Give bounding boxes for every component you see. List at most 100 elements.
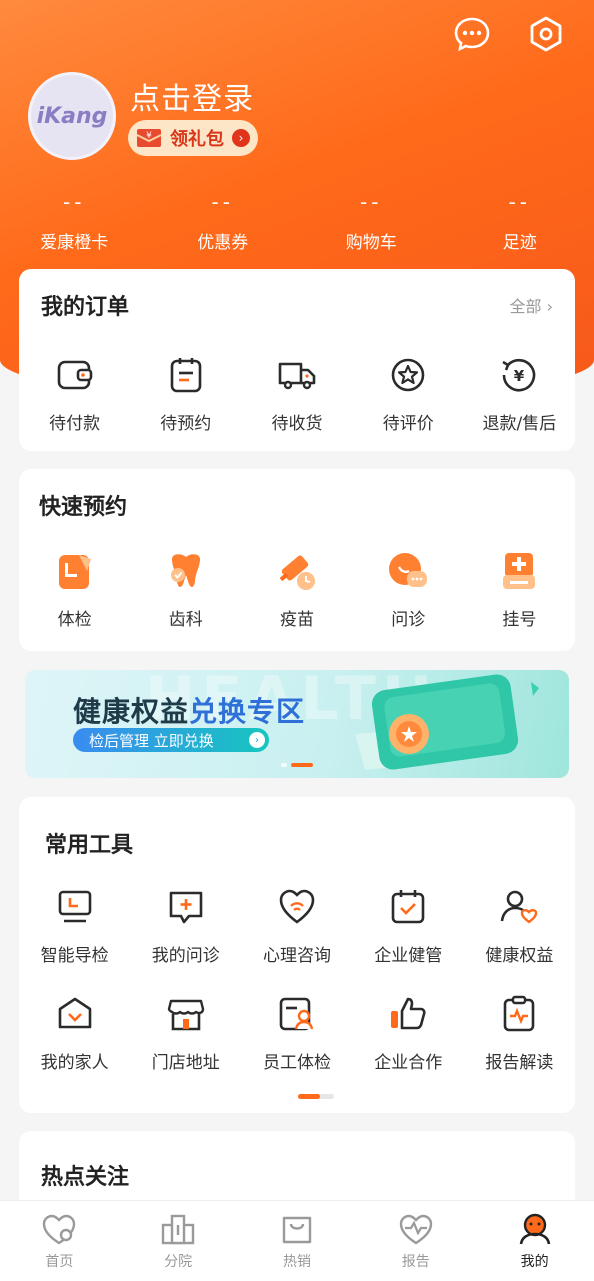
stat-cart[interactable]: -- 购物车 (297, 190, 446, 253)
card-coin-illustration (335, 674, 555, 774)
quick-label: 挂号 (464, 605, 575, 630)
banner-redeem-pill[interactable]: 检后管理 立即兑换› (73, 728, 269, 752)
quick-dental[interactable]: 齿科 (130, 549, 241, 630)
tool-label: 门店地址 (130, 1048, 241, 1073)
quick-booking-title: 快速预约 (39, 489, 127, 521)
tab-hot-sale[interactable]: 热销 (238, 1201, 357, 1281)
order-pending-delivery[interactable]: 待收货 (241, 353, 352, 434)
monitor-guide-icon (19, 885, 130, 929)
quick-booking-card: 快速预约 体检 齿科 疫苗 问诊 挂号 (19, 469, 575, 651)
quick-checkup[interactable]: 体检 (19, 549, 130, 630)
register-icon (464, 549, 575, 593)
quick-vaccine[interactable]: 疫苗 (241, 549, 352, 630)
stat-value: -- (0, 190, 149, 216)
tool-label: 企业健管 (353, 941, 464, 966)
order-label: 待付款 (19, 409, 130, 434)
orders-all-link[interactable]: 全部 › (509, 293, 553, 317)
order-label: 待收货 (241, 409, 352, 434)
gift-envelope-icon: ¥ (136, 127, 162, 149)
tool-label: 报告解读 (464, 1048, 575, 1073)
tools-title: 常用工具 (45, 827, 133, 859)
tool-my-consult[interactable]: 我的问诊 (130, 885, 241, 966)
bottom-tab-bar: 首页 分院 热销 报告 我的 (0, 1200, 594, 1281)
stats-row: -- 爱康橙卡 --优惠券 -- 购物车 --足迹 (0, 190, 594, 253)
banner-pagination (281, 763, 313, 767)
tool-psych-consult[interactable]: 心理咨询 (241, 885, 352, 966)
clipboard-icon (130, 353, 241, 397)
tab-mine[interactable]: 我的 (475, 1201, 594, 1281)
id-card-icon (241, 992, 352, 1036)
quick-register[interactable]: 挂号 (464, 549, 575, 630)
orders-card: 我的订单 全部 › 待付款 待预约 待收货 待评价 ¥ 退款/售后 (19, 269, 575, 451)
pulse-tab-icon (356, 1213, 475, 1249)
tool-label: 员工体检 (241, 1048, 352, 1073)
refund-icon: ¥ (464, 353, 575, 397)
stat-value: -- (297, 190, 446, 216)
settings-icon[interactable] (526, 14, 566, 54)
login-link[interactable]: 点击登录 (130, 74, 254, 118)
order-pending-review[interactable]: 待评价 (353, 353, 464, 434)
tab-branches[interactable]: 分院 (119, 1201, 238, 1281)
stat-label: 优惠券 (149, 228, 298, 253)
tab-label: 热销 (238, 1251, 357, 1271)
chevron-right-icon: › (232, 129, 250, 147)
banner-title-part2: 兑换专区 (189, 695, 305, 728)
tab-report[interactable]: 报告 (356, 1201, 475, 1281)
home-heart-tab-icon (0, 1213, 119, 1249)
stat-label: 购物车 (297, 228, 446, 253)
stat-coupons[interactable]: --优惠券 (149, 190, 298, 253)
gift-label: 领礼包 (170, 125, 224, 151)
tool-enterprise-health[interactable]: 企业健管 (353, 885, 464, 966)
quick-label: 体检 (19, 605, 130, 630)
heart-wifi-icon (241, 885, 352, 929)
tool-label: 心理咨询 (241, 941, 352, 966)
tools-scroll-indicator (298, 1094, 334, 1099)
chevron-right-icon: › (547, 297, 553, 316)
stat-footprint[interactable]: --足迹 (446, 190, 594, 253)
order-label: 待评价 (353, 409, 464, 434)
checkup-icon (19, 549, 130, 593)
stat-label: 爱康橙卡 (0, 228, 149, 253)
orders-all-label: 全部 (509, 297, 541, 316)
wallet-icon (19, 353, 130, 397)
order-refund[interactable]: ¥ 退款/售后 (464, 353, 575, 434)
quick-label: 问诊 (353, 605, 464, 630)
tool-my-family[interactable]: 我的家人 (19, 992, 130, 1073)
hot-topics-title: 热点关注 (41, 1159, 129, 1191)
quick-label: 疫苗 (241, 605, 352, 630)
tool-employee-checkup[interactable]: 员工体检 (241, 992, 352, 1073)
tool-report-interpret[interactable]: 报告解读 (464, 992, 575, 1073)
order-pending-booking[interactable]: 待预约 (130, 353, 241, 434)
tool-store-address[interactable]: 门店地址 (130, 992, 241, 1073)
banner-title-part1: 健康权益 (73, 695, 189, 728)
chevron-right-icon: › (249, 732, 265, 748)
order-pending-payment[interactable]: 待付款 (19, 353, 130, 434)
tooth-icon (130, 549, 241, 593)
quick-consult[interactable]: 问诊 (353, 549, 464, 630)
tools-card: 常用工具 智能导检 我的问诊 心理咨询 企业健管 健康权益 我的家人 (19, 797, 575, 1113)
health-benefits-banner[interactable]: HEALTH 健康权益兑换专区 检后管理 立即兑换› (25, 670, 569, 778)
stat-orange-card[interactable]: -- 爱康橙卡 (0, 190, 149, 253)
banner-dot[interactable] (281, 763, 287, 767)
message-icon[interactable] (452, 14, 492, 54)
tab-home[interactable]: 首页 (0, 1201, 119, 1281)
tab-label: 我的 (475, 1251, 594, 1271)
tool-smart-guide[interactable]: 智能导检 (19, 885, 130, 966)
tool-label: 智能导检 (19, 941, 130, 966)
order-label: 待预约 (130, 409, 241, 434)
banner-title: 健康权益兑换专区 (73, 690, 305, 730)
avatar[interactable]: iKang (28, 72, 116, 160)
tool-health-benefits[interactable]: 健康权益 (464, 885, 575, 966)
building-tab-icon (119, 1213, 238, 1249)
thumbs-up-icon (353, 992, 464, 1036)
svg-text:¥: ¥ (514, 367, 525, 385)
tab-label: 分院 (119, 1251, 238, 1271)
tool-enterprise-coop[interactable]: 企业合作 (353, 992, 464, 1073)
profile-tab-icon (475, 1213, 594, 1249)
banner-dot-active[interactable] (291, 763, 313, 767)
orders-title: 我的订单 (41, 289, 129, 321)
gift-pack-button[interactable]: ¥ 领礼包 › (128, 120, 258, 156)
avatar-logo: iKang (37, 104, 108, 129)
calendar-check-icon (353, 885, 464, 929)
tab-label: 首页 (0, 1251, 119, 1271)
